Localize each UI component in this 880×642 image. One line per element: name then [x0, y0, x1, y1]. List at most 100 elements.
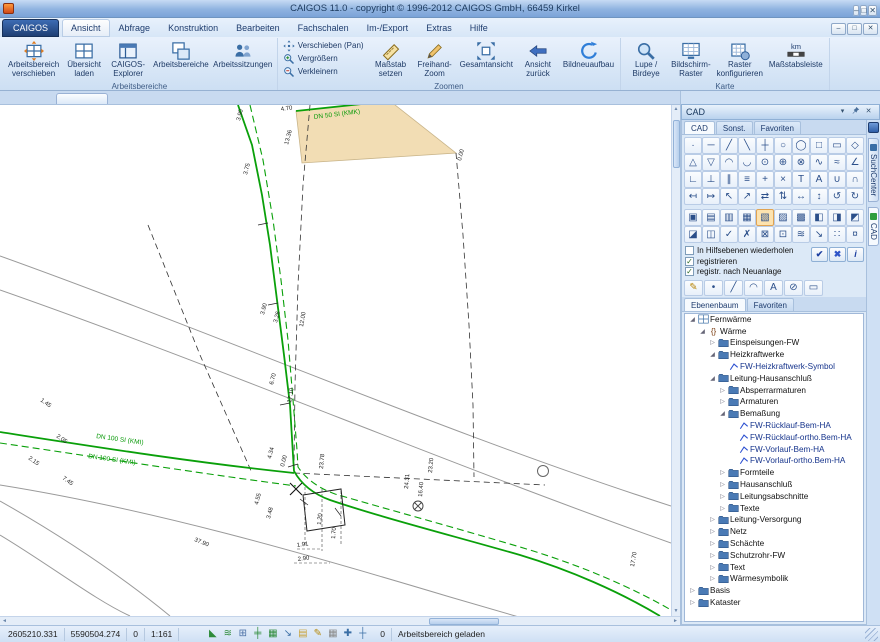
collapsed-icon[interactable]: ▷: [708, 528, 717, 535]
checkbox-registrieren[interactable]: ✓: [685, 257, 694, 266]
tree-item[interactable]: ◢Leitung-Hausanschluß: [685, 372, 863, 384]
tree-item[interactable]: ◢Heizkraftwerke: [685, 349, 863, 361]
scroll-right-icon[interactable]: ►: [671, 617, 680, 626]
tree-item[interactable]: ▷Absperrarmaturen: [685, 384, 863, 396]
statusbar-icon[interactable]: ⊞: [235, 627, 250, 641]
ribbon-button-bildschirm-raster[interactable]: Bildschirm- Raster: [668, 39, 714, 81]
cad-tool[interactable]: ○: [774, 137, 792, 154]
ribbon-button-bersicht-laden[interactable]: Übersicht laden: [62, 39, 106, 81]
checkbox-registr-nach-neuanlage[interactable]: ✓: [685, 267, 694, 276]
cad-tool[interactable]: ⇄: [756, 188, 774, 205]
map-horizontal-scrollbar[interactable]: ◄ ►: [0, 616, 680, 625]
tab-hilfe[interactable]: Hilfe: [461, 19, 497, 37]
cad-tool[interactable]: ◫: [702, 226, 720, 243]
ribbon-button-gesamtansicht[interactable]: Gesamtansicht: [457, 39, 516, 81]
tab-bearbeiten[interactable]: Bearbeiten: [227, 19, 289, 37]
collapsed-icon[interactable]: ▷: [688, 599, 697, 606]
tree-item[interactable]: ▷Einspeisungen-FW: [685, 337, 863, 349]
ribbon-button-arbeitsbereiche[interactable]: Arbeitsbereiche: [150, 39, 212, 81]
tab-fachschalen[interactable]: Fachschalen: [289, 19, 358, 37]
tree-tab-ebenenbaum[interactable]: Ebenenbaum: [684, 298, 746, 311]
style-tool-icon[interactable]: ╱: [724, 280, 743, 296]
minimize-button[interactable]: –: [853, 5, 859, 16]
collapsed-icon[interactable]: ▷: [708, 540, 717, 547]
map-tab[interactable]: [56, 93, 108, 104]
ribbon-button-vergr-ern[interactable]: Vergrößern: [281, 52, 366, 65]
tree-item[interactable]: FW-Vorlauf-ortho.Bem-HA: [685, 455, 863, 467]
tree-item[interactable]: ▷Leitung-Versorgung: [685, 514, 863, 526]
cad-tool[interactable]: ∥: [720, 171, 738, 188]
expanded-icon[interactable]: ◢: [698, 328, 707, 335]
cad-tool[interactable]: ∿: [810, 154, 828, 171]
tree-item[interactable]: FW-Rücklauf-ortho.Bem-HA: [685, 431, 863, 443]
cad-tool[interactable]: ⊥: [702, 171, 720, 188]
cad-tool[interactable]: ≈: [828, 154, 846, 171]
side-tab-cad[interactable]: CAD: [868, 207, 879, 246]
mdi-maximize-button[interactable]: □: [847, 23, 862, 35]
collapsed-icon[interactable]: ▷: [718, 493, 727, 500]
checkbox-in-hilfsebenen-wiederholen[interactable]: [685, 246, 694, 255]
ribbon-button-ma-stabsleiste[interactable]: kmMaßstabsleiste: [766, 39, 826, 81]
tree-item[interactable]: ▷Schächte: [685, 538, 863, 550]
tree-item[interactable]: ◢{}Wärme: [685, 325, 863, 337]
ribbon-button-ma-stab-setzen[interactable]: Maßstab setzen: [369, 39, 413, 81]
cad-tool[interactable]: ⊙: [756, 154, 774, 171]
expanded-icon[interactable]: ◢: [708, 351, 717, 358]
caigos-app-button[interactable]: CAIGOS: [2, 19, 59, 37]
cad-tool[interactable]: ─: [702, 137, 720, 154]
cad-tool[interactable]: ↗: [738, 188, 756, 205]
style-tool-icon[interactable]: ▭: [804, 280, 823, 296]
statusbar-icon[interactable]: ▦: [265, 627, 280, 641]
ribbon-button-lupe-birdeye[interactable]: Lupe / Birdeye: [624, 39, 668, 81]
cad-tool[interactable]: △: [684, 154, 702, 171]
ribbon-button-raster-konfigurieren[interactable]: Raster konfigurieren: [714, 39, 766, 81]
cad-tool[interactable]: ┼: [756, 137, 774, 154]
map-vertical-scrollbar[interactable]: ▲ ▼: [671, 105, 680, 616]
cad-tool[interactable]: ▦: [738, 209, 756, 226]
tree-item[interactable]: ▷Texte: [685, 502, 863, 514]
close-button[interactable]: ✕: [868, 5, 877, 16]
collapsed-icon[interactable]: ▷: [708, 552, 717, 559]
collapsed-icon[interactable]: ▷: [718, 481, 727, 488]
cad-tool[interactable]: ▭: [828, 137, 846, 154]
cad-tool[interactable]: ≡: [738, 171, 756, 188]
maximize-button[interactable]: □: [860, 5, 867, 16]
cad-tool[interactable]: ↤: [684, 188, 702, 205]
ribbon-button-arbeitsbereich-verschieben[interactable]: Arbeitsbereich verschieben: [5, 39, 62, 81]
cad-tool[interactable]: ↺: [828, 188, 846, 205]
tree-item[interactable]: ▷Schutzrohr-FW: [685, 549, 863, 561]
collapsed-icon[interactable]: ▷: [708, 516, 717, 523]
statusbar-icon[interactable]: ✚: [340, 627, 355, 641]
cad-tool[interactable]: ∟: [684, 171, 702, 188]
statusbar-icon[interactable]: ↘: [280, 627, 295, 641]
tree-item[interactable]: ▷Armaturen: [685, 396, 863, 408]
collapsed-icon[interactable]: ▷: [688, 587, 697, 594]
ribbon-button-arbeitssitzungen[interactable]: Arbeitssitzungen: [212, 39, 274, 81]
info-button[interactable]: i: [847, 247, 864, 262]
collapsed-icon[interactable]: ▷: [708, 339, 717, 346]
tree-item[interactable]: FW-Vorlauf-Bem-HA: [685, 443, 863, 455]
tab-ansicht[interactable]: Ansicht: [62, 19, 110, 37]
collapsed-icon[interactable]: ▷: [708, 564, 717, 571]
cad-tool[interactable]: ◧: [810, 209, 828, 226]
cad-tool[interactable]: ◨: [828, 209, 846, 226]
cad-tool[interactable]: ╱: [720, 137, 738, 154]
ribbon-button-verkleinern[interactable]: Verkleinern: [281, 65, 366, 78]
cad-tool[interactable]: ▨: [774, 209, 792, 226]
style-tool-icon[interactable]: ✎: [684, 280, 703, 296]
cad-tool[interactable]: ∷: [828, 226, 846, 243]
cad-tool[interactable]: ·: [684, 137, 702, 154]
cad-tool[interactable]: ∪: [828, 171, 846, 188]
cad-tool[interactable]: ∩: [846, 171, 864, 188]
cad-tool[interactable]: ▤: [702, 209, 720, 226]
scroll-left-icon[interactable]: ◄: [0, 617, 9, 626]
ribbon-button-bildneuaufbau[interactable]: Bildneuaufbau: [560, 39, 617, 81]
cad-tool[interactable]: ◪: [684, 226, 702, 243]
cad-tool[interactable]: ▣: [684, 209, 702, 226]
tree-item[interactable]: ▷Formteile: [685, 467, 863, 479]
cad-tool[interactable]: ⊕: [774, 154, 792, 171]
statusbar-icon[interactable]: ✎: [310, 627, 325, 641]
tree-item[interactable]: ◢Fernwärme: [685, 314, 863, 326]
tree-item[interactable]: ▷Text: [685, 561, 863, 573]
cad-tool[interactable]: ▧: [756, 209, 774, 226]
